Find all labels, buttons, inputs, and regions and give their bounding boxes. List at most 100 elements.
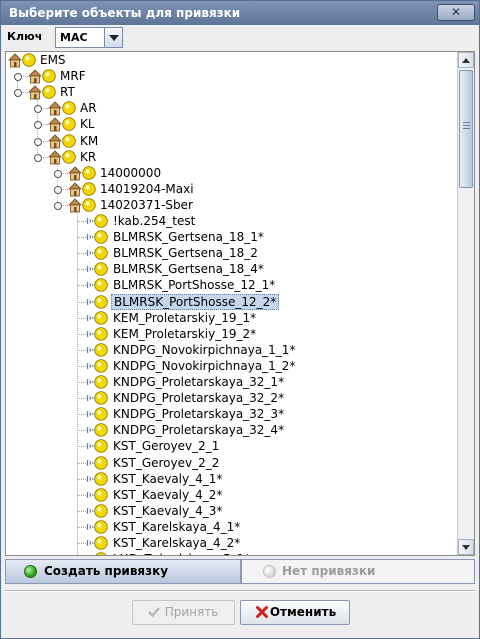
tree-folder-node[interactable]: MRF <box>6 68 456 84</box>
object-tree: EMS MRF RT AR KL KM KR 14000000 14019204-Maxi 140… <box>6 52 458 555</box>
tree-node-label: BLMRSK_Gertsena_18_2 <box>113 246 258 261</box>
tree-leaf-node[interactable]: LHD_Zahodskogo_5_1* <box>6 551 456 555</box>
tree-leaf-node[interactable]: BLMRSK_PortShosse_12_2* <box>6 293 456 310</box>
tree-leaf-node[interactable]: BLMRSK_Gertsena_18_1* <box>6 229 456 245</box>
tree-leaf-node[interactable]: KNDPG_Novokirpichnaya_1_1* <box>6 342 456 358</box>
tree-folder-node[interactable]: AR <box>6 100 456 116</box>
tree-node-label: BLMRSK_Gertsena_18_1* <box>113 230 264 245</box>
device-signal-icon <box>86 438 110 454</box>
close-button[interactable]: ✕ <box>437 4 475 21</box>
tree-collapse-icon[interactable] <box>54 201 62 210</box>
device-signal-icon <box>86 422 110 438</box>
tree-node-label: KNDPG_Proletarskaya_32_4* <box>113 423 285 438</box>
accept-button-label: Принять <box>164 605 219 619</box>
tree-expand-icon[interactable] <box>54 169 62 178</box>
device-signal-icon <box>86 310 110 326</box>
house-status-icon <box>68 181 98 197</box>
tree-leaf-node[interactable]: KST_Karelskaya_4_1* <box>6 519 456 535</box>
device-signal-icon <box>86 471 110 487</box>
device-signal-icon <box>86 406 110 422</box>
tree-node-label: KM <box>80 133 99 148</box>
tree-leaf-node[interactable]: KST_Geroyev_2_1 <box>6 438 456 454</box>
title-bar[interactable]: Выберите объекты для привязки ✕ <box>1 1 479 25</box>
tree-node-label: KNDPG_Proletarskaya_32_3* <box>113 407 285 422</box>
tree-expand-icon[interactable] <box>14 72 22 82</box>
device-signal-icon <box>86 551 110 555</box>
tree-leaf-node[interactable]: KNDPG_Proletarskaya_32_4* <box>6 422 456 438</box>
tree-node-label: KL <box>80 117 95 132</box>
tree-node-label: KNDPG_Novokirpichnaya_1_1* <box>113 342 296 357</box>
tree-node-label: KST_Kaevaly_4_2* <box>113 487 223 502</box>
vertical-scrollbar[interactable] <box>457 52 474 555</box>
tree-leaf-node[interactable]: KST_Kaevaly_4_3* <box>6 503 456 519</box>
tree-leaf-node[interactable]: KEM_Proletarskiy_19_2* <box>6 326 456 342</box>
tree-expand-icon[interactable] <box>34 137 42 146</box>
house-status-icon <box>8 52 38 68</box>
tree-leaf-node[interactable]: BLMRSK_Gertsena_18_2 <box>6 245 456 261</box>
device-signal-icon <box>86 261 110 277</box>
tree-node-label: KNDPG_Proletarskaya_32_1* <box>113 375 285 389</box>
scrollbar-thumb[interactable] <box>459 70 473 188</box>
tree-leaf-node[interactable]: KST_Karelskaya_4_2* <box>6 535 456 551</box>
device-signal-icon <box>86 358 110 374</box>
cancel-button[interactable]: Отменить <box>240 600 350 625</box>
tree-folder-node[interactable]: 14000000 <box>6 165 456 181</box>
key-select[interactable]: MAC <box>55 27 123 48</box>
tree-node-label: AR <box>80 101 97 116</box>
device-signal-icon <box>86 374 110 390</box>
tree-leaf-node[interactable]: KST_Geroyev_2_2 <box>6 455 456 471</box>
tree-folder-node[interactable]: KM <box>6 133 456 149</box>
key-select-value: MAC <box>60 31 88 44</box>
tree-node-label: KEM_Proletarskiy_19_2* <box>113 326 257 341</box>
accept-button[interactable]: Принять <box>132 600 235 625</box>
tree-leaf-node[interactable]: KNDPG_Proletarskaya_32_1* <box>6 374 456 390</box>
tree-leaf-node[interactable]: KNDPG_Proletarskaya_32_2* <box>6 390 456 406</box>
no-binding-toggle[interactable]: Нет привязки <box>241 559 475 584</box>
tree-leaf-node[interactable]: KST_Kaevaly_4_1* <box>6 471 456 487</box>
tree-folder-node[interactable]: KL <box>6 116 456 132</box>
tree-node-label: 14020371-Sber <box>100 197 193 212</box>
device-signal-icon <box>86 277 110 293</box>
tree-expand-icon[interactable] <box>34 120 42 130</box>
status-led-gray-icon <box>263 565 276 578</box>
scroll-up-button[interactable] <box>458 52 474 68</box>
device-signal-icon <box>86 342 110 358</box>
key-label: Ключ <box>7 30 43 43</box>
tree-leaf-node[interactable]: KNDPG_Proletarskaya_32_3* <box>6 406 456 422</box>
house-status-icon <box>28 68 58 84</box>
grip-line <box>463 128 470 129</box>
tree-expand-icon[interactable] <box>34 104 42 114</box>
chevron-down-icon[interactable] <box>104 28 122 47</box>
tree-collapse-icon[interactable] <box>14 88 22 98</box>
tree-leaf-node[interactable]: KNDPG_Novokirpichnaya_1_2* <box>6 358 456 374</box>
tree-collapse-icon[interactable] <box>34 153 42 162</box>
tree-leaf-node[interactable]: !kab.254_test <box>6 213 456 229</box>
dialog-title: Выберите объекты для привязки <box>9 6 241 20</box>
tree-folder-node[interactable]: RT <box>6 84 456 100</box>
object-tree-panel: EMS MRF RT AR KL KM KR 14000000 14019204-Maxi 140… <box>5 51 475 556</box>
device-signal-icon <box>86 455 110 471</box>
device-signal-icon <box>86 390 110 406</box>
tree-folder-node[interactable]: EMS <box>6 52 456 68</box>
tree-folder-node[interactable]: KR <box>6 149 456 165</box>
house-status-icon <box>28 84 58 100</box>
house-status-icon <box>48 100 78 116</box>
device-signal-icon <box>86 535 110 551</box>
tree-node-label: LHD_Zahodskogo_5_1* <box>111 551 252 555</box>
tree-node-label: RT <box>60 85 75 100</box>
device-signal-icon <box>86 519 110 535</box>
scroll-down-button[interactable] <box>458 539 474 555</box>
tree-leaf-node[interactable]: KEM_Proletarskiy_19_1* <box>6 310 456 326</box>
tree-expand-icon[interactable] <box>54 185 62 194</box>
tree-leaf-node[interactable]: KST_Kaevaly_4_2* <box>6 487 456 503</box>
tree-leaf-node[interactable]: BLMRSK_PortShosse_12_1* <box>6 277 456 293</box>
cancel-button-label: Отменить <box>269 605 337 619</box>
grip-line <box>463 122 470 123</box>
tree-node-label: KST_Kaevaly_4_3* <box>113 503 223 518</box>
tree-leaf-node[interactable]: BLMRSK_Gertsena_18_4* <box>6 261 456 277</box>
tree-folder-node[interactable]: 14019204-Maxi <box>6 181 456 197</box>
binding-toggle: Создать привязку Нет привязки <box>5 559 475 584</box>
tree-folder-node[interactable]: 14020371-Sber <box>6 197 456 213</box>
create-binding-toggle[interactable]: Создать привязку <box>5 559 241 584</box>
tree-node-label: BLMRSK_PortShosse_12_1* <box>113 278 276 293</box>
